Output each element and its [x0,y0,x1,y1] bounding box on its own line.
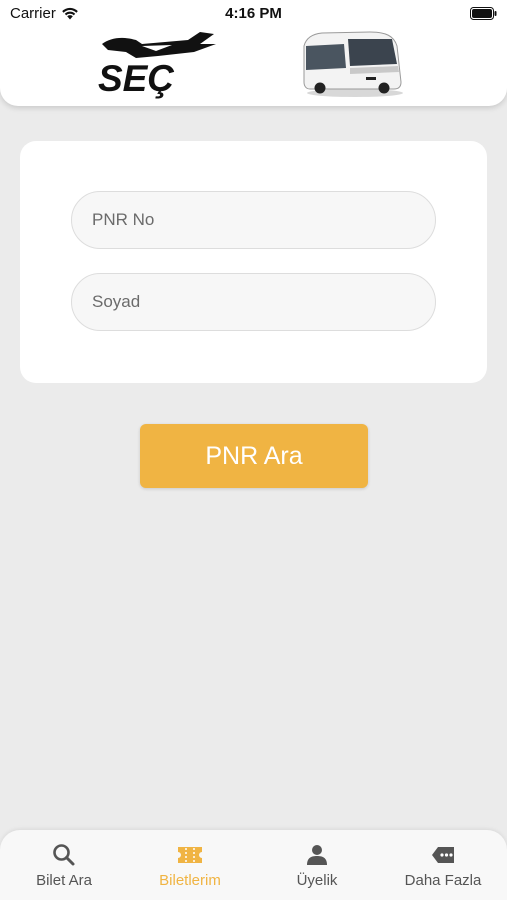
ticket-icon [178,847,202,863]
pnr-search-button[interactable]: PNR Ara [140,424,368,488]
tab-uyelik[interactable]: Üyelik [254,830,380,900]
pnr-form-card [20,141,487,383]
battery-icon [470,7,497,20]
more-tag-icon [432,847,454,863]
logo-text: SEÇ [98,58,174,99]
tab-label: Biletlerim [159,872,221,889]
person-icon [307,845,327,865]
status-bar: Carrier 4:16 PM [0,0,507,28]
tab-bilet-ara[interactable]: Bilet Ara [1,830,127,900]
tab-biletlerim[interactable]: Biletlerim [127,830,253,900]
bus-image [303,31,403,97]
tab-bar: Bilet Ara Biletlerim Üyelik Daha Fazla [0,830,507,900]
status-time: 4:16 PM [225,5,282,22]
surname-input[interactable] [71,273,436,331]
tab-label: Üyelik [296,872,338,889]
tab-label: Daha Fazla [404,872,482,889]
search-icon [53,844,75,866]
pnr-input[interactable] [71,191,436,249]
tab-daha-fazla[interactable]: Daha Fazla [380,830,506,900]
tab-label: Bilet Ara [36,872,92,889]
sec-logo: SEÇ [98,32,216,99]
